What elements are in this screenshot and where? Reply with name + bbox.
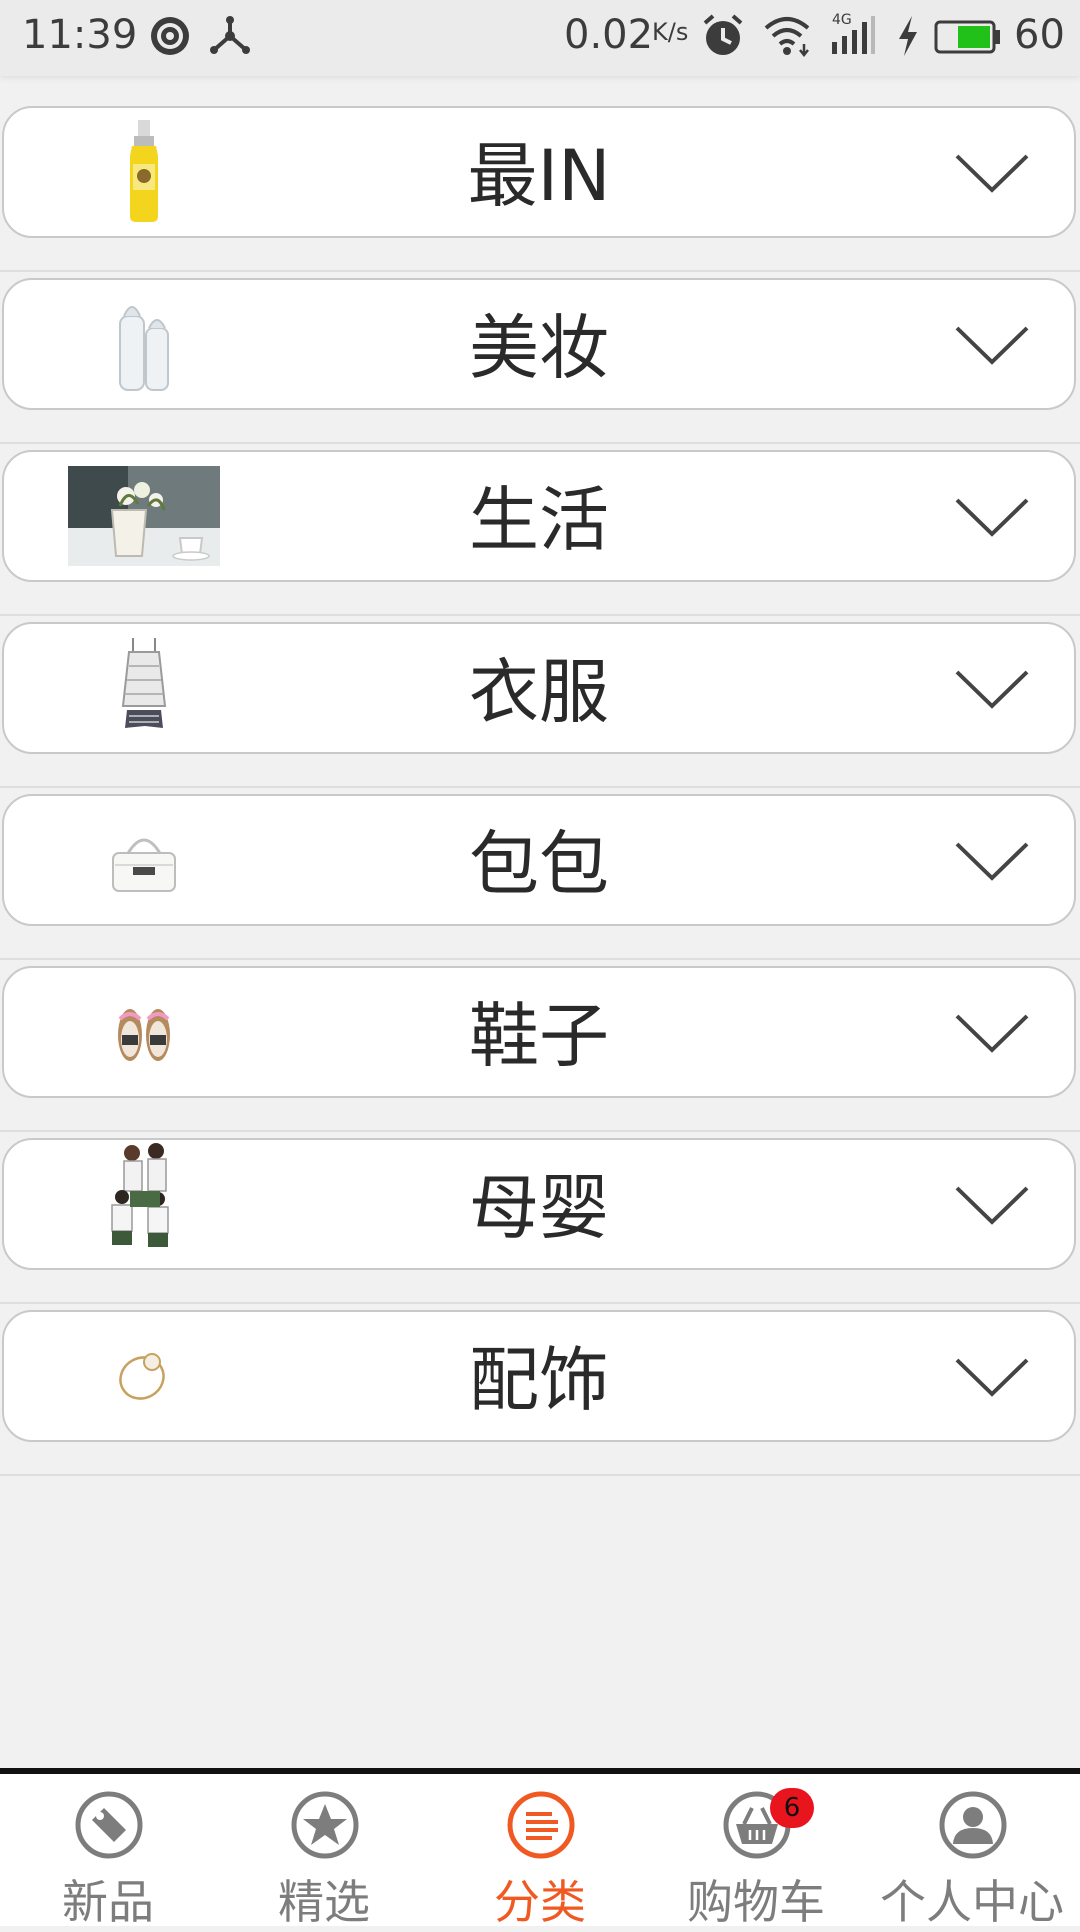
category-label: 母婴	[469, 1167, 609, 1249]
category-card-muying[interactable]: 母婴	[2, 1138, 1076, 1270]
category-card-baobao[interactable]: 包包	[2, 794, 1076, 926]
category-card-peishi[interactable]: 配饰	[2, 1310, 1076, 1442]
category-label: 衣服	[469, 651, 609, 733]
cellular-icon: 4G	[830, 12, 876, 56]
nav-label: 购物车	[687, 1875, 825, 1929]
alarm-icon	[703, 14, 743, 55]
battery-percent: 60	[1014, 12, 1065, 58]
nav-item-category[interactable]: 分类	[432, 1780, 648, 1929]
category-row: 包包	[0, 788, 1080, 960]
nav-label: 分类	[494, 1875, 586, 1929]
chevron-down-icon	[955, 842, 1029, 881]
category-label: 包包	[469, 823, 609, 905]
category-row: 生活	[0, 444, 1080, 616]
category-label: 生活	[469, 479, 609, 561]
chevron-down-icon	[955, 1358, 1029, 1397]
category-card-meizhuang[interactable]: 美妆	[2, 278, 1076, 410]
category-card-zui-in[interactable]: 最IN	[2, 106, 1076, 238]
list-icon	[507, 1791, 575, 1859]
category-label: 配饰	[469, 1339, 609, 1421]
category-label: 最IN	[467, 135, 611, 217]
network-speed-unit: K/s	[652, 18, 689, 46]
category-row: 母婴	[0, 1132, 1080, 1304]
status-bar: 11:39 0.02 K/s 4G 60	[0, 0, 1080, 76]
bottom-nav: 新品 精选 分类 6 购物车 个人中心	[0, 1768, 1080, 1929]
chevron-down-icon	[955, 154, 1029, 193]
hotspot-icon	[151, 17, 189, 55]
category-list: 最IN 美妆 生活 衣服 包包 鞋子 母婴 配饰	[0, 100, 1080, 1476]
category-row: 最IN	[0, 100, 1080, 272]
chevron-down-icon	[955, 1186, 1029, 1225]
category-row: 衣服	[0, 616, 1080, 788]
tag-icon	[75, 1791, 143, 1859]
nav-item-cart[interactable]: 6 购物车	[648, 1780, 864, 1929]
usb-share-icon	[210, 16, 250, 54]
category-card-shenghuo[interactable]: 生活	[2, 450, 1076, 582]
nav-item-featured[interactable]: 精选	[216, 1780, 432, 1929]
nav-item-profile[interactable]: 个人中心	[864, 1780, 1080, 1929]
chevron-down-icon	[955, 1014, 1029, 1053]
nav-label: 个人中心	[880, 1875, 1064, 1929]
category-card-xiezi[interactable]: 鞋子	[2, 966, 1076, 1098]
network-speed: 0.02	[564, 12, 654, 58]
battery-icon	[934, 20, 1000, 54]
status-time: 11:39	[22, 12, 138, 58]
nav-item-new[interactable]: 新品	[0, 1780, 216, 1929]
chevron-down-icon	[955, 498, 1029, 537]
category-card-yifu[interactable]: 衣服	[2, 622, 1076, 754]
chevron-down-icon	[955, 326, 1029, 365]
chevron-down-icon	[955, 670, 1029, 709]
category-row: 配饰	[0, 1304, 1080, 1476]
charging-icon	[899, 16, 917, 56]
wifi-icon	[764, 17, 810, 58]
category-label: 鞋子	[469, 995, 609, 1077]
cart-badge: 6	[770, 1788, 814, 1828]
category-label: 美妆	[469, 307, 609, 389]
category-row: 鞋子	[0, 960, 1080, 1132]
nav-label: 新品	[62, 1875, 154, 1929]
category-row: 美妆	[0, 272, 1080, 444]
person-icon	[939, 1791, 1007, 1859]
star-icon	[291, 1791, 359, 1859]
nav-label: 精选	[278, 1875, 370, 1929]
